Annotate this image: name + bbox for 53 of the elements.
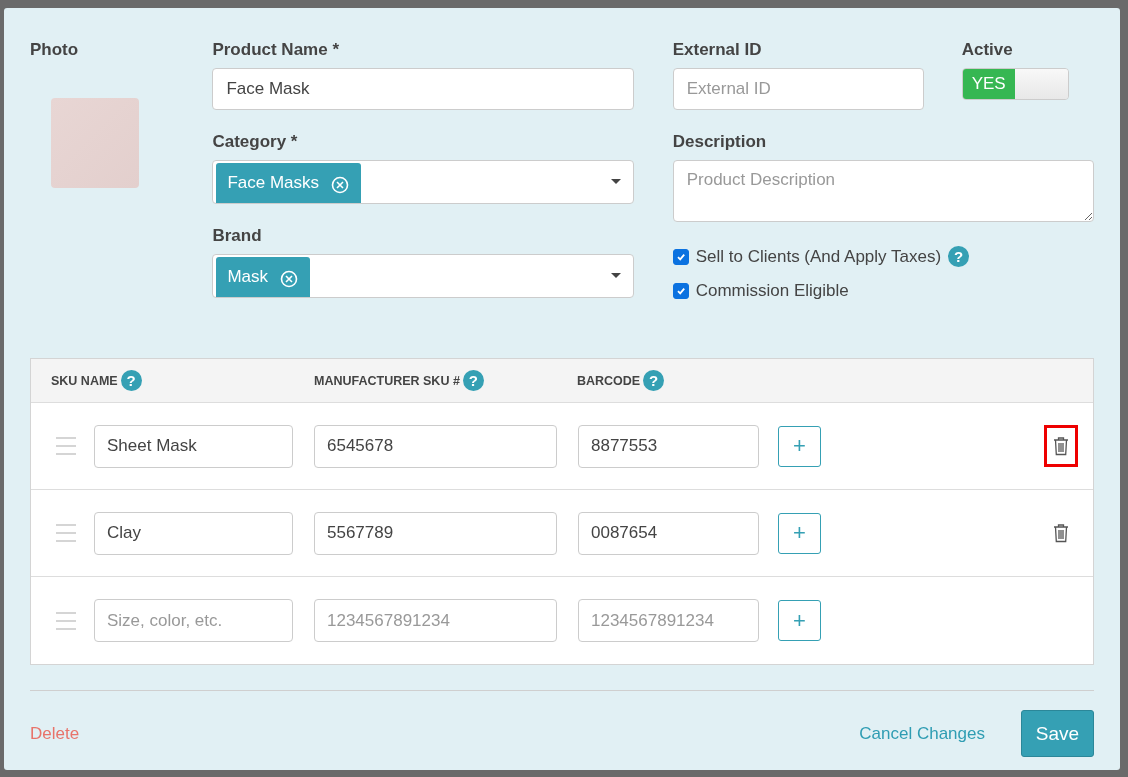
column-header: BARCODE <box>577 373 641 388</box>
field-label: Category * <box>212 132 299 152</box>
check-icon <box>675 251 686 262</box>
sku-name-field[interactable]: Clay <box>94 511 293 555</box>
check-icon <box>675 286 686 296</box>
add-button[interactable]: + <box>778 512 821 554</box>
caret-icon[interactable] <box>610 273 621 278</box>
tag-label: Face Masks <box>227 173 320 193</box>
tag-label: Mask <box>227 267 269 287</box>
drag-handle-icon[interactable] <box>56 523 76 543</box>
remove-icon[interactable] <box>331 176 350 194</box>
external-id-field[interactable]: External ID <box>672 68 924 110</box>
active-toggle[interactable]: YES <box>961 68 1069 100</box>
toggle-label: YES <box>962 69 1015 99</box>
cancel-changes-link[interactable]: Cancel Changes <box>859 723 985 744</box>
manufacturer-sku-field[interactable]: 1234567891234 <box>314 599 557 642</box>
sku-name-field[interactable]: Size, color, etc. <box>94 599 293 642</box>
add-button[interactable]: + <box>778 425 821 467</box>
remove-icon[interactable] <box>280 270 299 288</box>
trash-icon[interactable] <box>1053 436 1069 456</box>
field-label: Active <box>961 40 1014 60</box>
checkbox-label: Sell to Clients (And Apply Taxes) <box>695 246 942 267</box>
drag-handle-icon[interactable] <box>56 436 76 456</box>
add-button[interactable]: + <box>778 600 821 641</box>
checkbox-label: Commission Eligible <box>695 281 849 301</box>
barcode-field[interactable]: 8877553 <box>578 424 759 468</box>
field-label: Photo <box>30 40 80 60</box>
help-icon[interactable]: ? <box>948 246 970 267</box>
help-icon[interactable]: ? <box>462 370 484 391</box>
save-button[interactable]: Save <box>1021 710 1094 757</box>
field-label: External ID <box>672 40 763 60</box>
column-header: MANUFACTURER SKU # <box>314 373 460 388</box>
drag-handle-icon[interactable] <box>56 610 76 631</box>
delete-link[interactable]: Delete <box>30 723 80 744</box>
column-header: SKU NAME <box>51 373 118 388</box>
field-label: Description <box>672 132 768 152</box>
manufacturer-sku-field[interactable]: 6545678 <box>314 424 557 468</box>
help-icon[interactable]: ? <box>120 370 142 391</box>
help-icon[interactable]: ? <box>643 370 665 391</box>
product-name-field[interactable]: Face Mask <box>212 68 634 110</box>
barcode-field[interactable]: 1234567891234 <box>578 599 759 642</box>
checkbox[interactable] <box>672 283 689 299</box>
sku-name-field[interactable]: Sheet Mask <box>94 424 293 468</box>
caret-icon[interactable] <box>610 179 621 184</box>
category-select[interactable]: Face Masks <box>212 160 634 204</box>
field-label: Product Name * <box>212 40 340 60</box>
field-label: Brand <box>212 226 263 246</box>
checkbox[interactable] <box>672 248 689 265</box>
manufacturer-sku-field[interactable]: 5567789 <box>314 511 557 555</box>
barcode-field[interactable]: 0087654 <box>578 511 759 555</box>
trash-icon[interactable] <box>1053 523 1069 543</box>
brand-select[interactable]: Mask <box>212 254 634 298</box>
description-field[interactable]: Product Description <box>672 160 1094 222</box>
